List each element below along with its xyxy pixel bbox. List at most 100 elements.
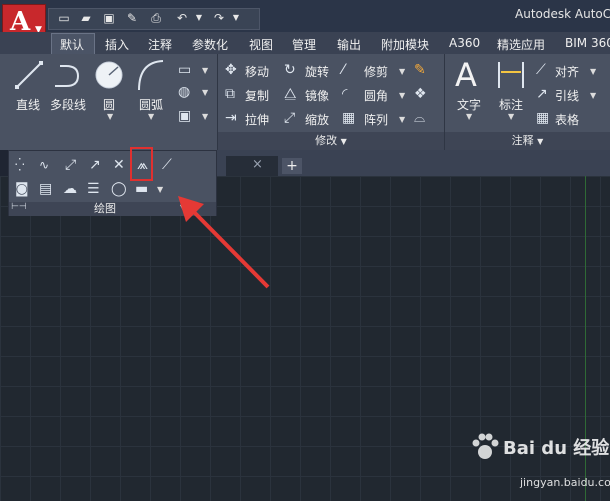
chevron-down-icon[interactable]: ▼ xyxy=(148,112,154,121)
scale-icon[interactable]: ⤢ xyxy=(284,110,295,126)
wipeout-icon[interactable]: ▤ xyxy=(39,181,52,197)
copy-button[interactable]: 复制 xyxy=(245,87,269,104)
chevron-down-icon[interactable]: ▼ xyxy=(399,91,405,100)
tab-parametric[interactable]: 参数化 xyxy=(192,36,228,53)
tab-featured-apps[interactable]: 精选应用 xyxy=(497,36,545,53)
pin-icon[interactable]: ⊢⊣ xyxy=(11,202,27,212)
chevron-down-icon[interactable]: ▼ xyxy=(466,112,472,121)
revision-cloud-icon[interactable]: ☁ xyxy=(63,181,77,197)
polyline-button[interactable]: 多段线 xyxy=(50,96,86,113)
table-button[interactable]: 表格 xyxy=(555,111,579,128)
tab-addins[interactable]: 附加模块 xyxy=(381,36,429,53)
multiple-points-icon[interactable]: ⁛ xyxy=(15,157,25,173)
chevron-down-icon[interactable]: ▼ xyxy=(107,112,113,121)
arc-button[interactable]: 圆弧 xyxy=(139,96,163,113)
highlight-box xyxy=(130,147,153,181)
chevron-down-icon[interactable]: ▼ xyxy=(202,66,208,75)
rotate-icon[interactable]: ↻ xyxy=(284,62,296,78)
line-icon[interactable] xyxy=(14,60,44,90)
chevron-down-icon[interactable]: ▼ xyxy=(590,91,596,100)
mirror-button[interactable]: 镜像 xyxy=(305,87,329,104)
stretch-icon[interactable]: ⇥ xyxy=(225,110,237,126)
array-icon[interactable]: ▦ xyxy=(342,110,355,126)
document-tab[interactable]: × xyxy=(226,156,278,176)
circle-button[interactable]: 圆 xyxy=(103,96,115,113)
donut-icon[interactable]: ◯ xyxy=(111,181,127,197)
arc-icon[interactable] xyxy=(136,58,166,92)
trim-button[interactable]: 修剪 xyxy=(364,63,388,80)
leader-button[interactable]: 引线 xyxy=(555,87,579,104)
baidu-paw-icon xyxy=(472,433,499,459)
align-button[interactable]: 对齐 xyxy=(555,63,579,80)
boundary-icon[interactable]: ▣ xyxy=(178,108,191,124)
gradient-icon[interactable]: ☰ xyxy=(87,181,100,197)
chevron-down-icon[interactable]: ▼ xyxy=(157,185,163,194)
xline-icon[interactable]: ⟋ xyxy=(162,157,172,173)
array-button[interactable]: 阵列 xyxy=(364,111,388,128)
mirror-icon[interactable]: ⧋ xyxy=(284,86,297,102)
scale-button[interactable]: 缩放 xyxy=(305,111,329,128)
undo-icon[interactable]: ↶ xyxy=(175,11,189,25)
save-icon[interactable]: ▣ xyxy=(102,11,116,25)
fillet-button[interactable]: 圆角 xyxy=(364,87,388,104)
line-button[interactable]: 直线 xyxy=(16,96,40,113)
dimension-button[interactable]: 标注 xyxy=(499,96,523,113)
stretch-button[interactable]: 拉伸 xyxy=(245,111,269,128)
divide-icon[interactable]: ⤢ xyxy=(65,157,76,173)
annotation-panel-title[interactable]: 注释 ▼ xyxy=(445,132,610,150)
tab-bim360[interactable]: BIM 360 xyxy=(565,36,610,50)
trim-icon[interactable]: ⁄ xyxy=(342,62,344,78)
copy-icon[interactable]: ⧉ xyxy=(225,86,235,102)
region-icon[interactable]: ◙ xyxy=(15,181,29,197)
print-icon[interactable]: ⎙ xyxy=(149,11,163,25)
move-icon[interactable]: ✥ xyxy=(225,62,237,78)
rectangle-icon[interactable]: ▭ xyxy=(178,62,191,78)
annotation-panel-label: 注释 xyxy=(511,134,534,147)
chevron-down-icon: ▼ xyxy=(340,137,347,146)
cloud-icon[interactable]: ▬ xyxy=(135,181,148,197)
construction-line-icon[interactable]: ✕ xyxy=(113,157,125,173)
chevron-down-icon[interactable]: ▼ xyxy=(229,11,243,25)
text-icon[interactable]: A xyxy=(455,56,477,94)
tab-insert[interactable]: 插入 xyxy=(105,36,129,53)
ribbon: 直线 多段线 圆 ▼ 圆弧 ▼ ▭ ▼ ◍ ▼ ▣ ▼ ✥ 移动 ↻ 旋转 ⁄ … xyxy=(0,54,610,150)
explode-icon[interactable]: ❖ xyxy=(414,86,427,102)
table-icon[interactable]: ▦ xyxy=(536,110,549,126)
chevron-down-icon[interactable]: ▼ xyxy=(399,67,405,76)
tab-manage[interactable]: 管理 xyxy=(292,36,316,53)
hatch-icon[interactable]: ◍ xyxy=(178,84,190,100)
tab-default[interactable]: 默认 xyxy=(60,36,84,53)
tab-view[interactable]: 视图 xyxy=(249,36,273,53)
chevron-down-icon[interactable]: ▼ xyxy=(399,115,405,124)
circle-icon[interactable] xyxy=(94,60,124,90)
spline-icon[interactable]: ∿ xyxy=(39,157,49,173)
new-tab-button[interactable]: + xyxy=(282,158,302,174)
chevron-down-icon[interactable]: ▼ xyxy=(508,112,514,121)
open-folder-icon[interactable]: ▰ xyxy=(79,11,93,25)
ray-icon[interactable]: ↗ xyxy=(89,157,101,173)
leader-icon[interactable]: ↗ xyxy=(536,86,548,102)
erase-icon[interactable]: ✎ xyxy=(414,62,426,78)
align-dimension-icon[interactable]: ⟋ xyxy=(536,62,546,78)
chevron-down-icon[interactable]: ▼ xyxy=(192,11,206,25)
fillet-icon[interactable]: ◜ xyxy=(342,86,347,102)
tab-output[interactable]: 输出 xyxy=(337,36,361,53)
chevron-down-icon[interactable]: ▼ xyxy=(202,88,208,97)
modify-panel-title[interactable]: 修改 ▼ xyxy=(218,132,444,150)
dimension-icon[interactable] xyxy=(496,60,526,90)
annotation-arrow xyxy=(178,196,270,289)
close-icon[interactable]: × xyxy=(252,157,263,172)
tab-a360[interactable]: A360 xyxy=(449,36,480,50)
offset-icon[interactable]: ⌓ xyxy=(414,110,425,126)
chevron-down-icon[interactable]: ▼ xyxy=(590,67,596,76)
tab-annotate[interactable]: 注释 xyxy=(148,36,172,53)
polyline-icon[interactable] xyxy=(52,62,86,90)
rotate-button[interactable]: 旋转 xyxy=(305,63,329,80)
chevron-down-icon[interactable]: ▼ xyxy=(202,112,208,121)
watermark-url: jingyan.baidu.com xyxy=(520,476,610,489)
text-button[interactable]: 文字 xyxy=(457,96,481,113)
new-file-icon[interactable]: ▭ xyxy=(57,11,71,25)
move-button[interactable]: 移动 xyxy=(245,63,269,80)
save-as-icon[interactable]: ✎ xyxy=(125,11,139,25)
redo-icon[interactable]: ↷ xyxy=(212,11,226,25)
